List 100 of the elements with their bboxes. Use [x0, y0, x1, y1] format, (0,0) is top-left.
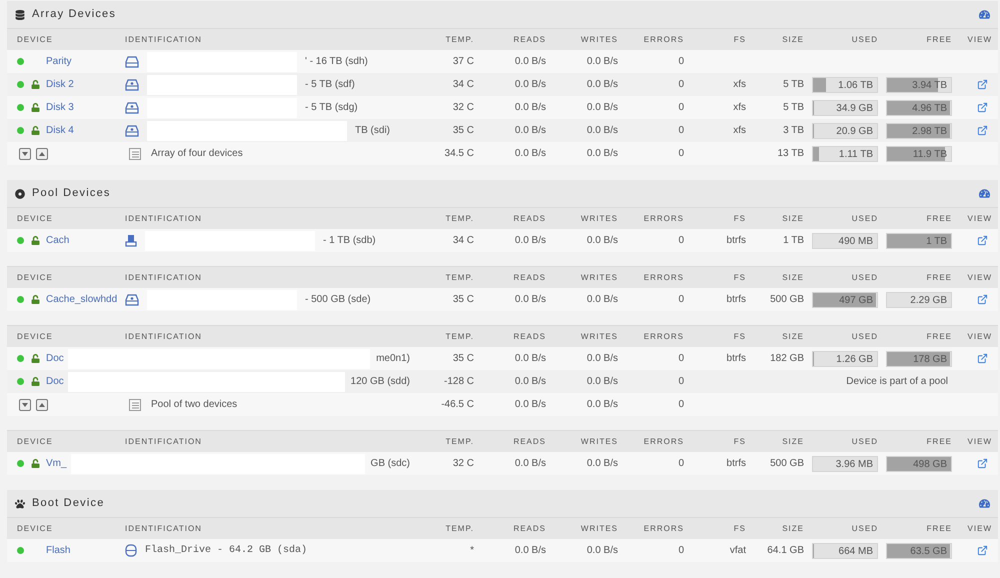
device-link[interactable]: Doc	[46, 374, 64, 389]
usage-value: 664 MB	[838, 544, 874, 558]
device-link[interactable]: Disk 3	[46, 100, 74, 115]
column-header: FS	[732, 330, 746, 342]
writes-cell-text: 0.0 B/s	[586, 457, 618, 471]
writes-cell-text: 0.0 B/s	[586, 398, 618, 412]
reads-cell-text: 0.0 B/s	[514, 352, 546, 366]
column-header: DEVICE	[17, 212, 54, 224]
temperature-cell-text: 34 C	[452, 78, 474, 92]
usage-value: 34.9 GB	[835, 102, 874, 114]
errors-cell-text: 0	[677, 55, 684, 69]
usage-value: 2.98 TB	[911, 124, 948, 138]
drive-icon	[125, 56, 139, 68]
caret-down-icon	[22, 402, 28, 406]
usage-value: 1.26 GB	[835, 352, 874, 366]
column-header: FREE	[926, 436, 952, 448]
column-header: READS	[512, 522, 546, 534]
column-header: USED	[850, 272, 878, 284]
column-header: FS	[732, 272, 746, 284]
identification-text: - 5 TB (sdg)	[305, 101, 358, 115]
reads-cell-text: 0.0 B/s	[514, 78, 546, 92]
identification-text: ' - 16 TB (sdh)	[305, 55, 368, 69]
identification-text: - 1 TB (sdb)	[323, 234, 376, 248]
usage-value: 1.06 TB	[837, 78, 874, 92]
column-header: DEVICE	[17, 436, 54, 448]
expand-button[interactable]	[36, 148, 48, 160]
filesystem-cell-text: btrfs	[726, 352, 746, 366]
column-header: DEVICE	[17, 330, 54, 342]
reads-cell-text: 0.0 B/s	[514, 544, 546, 558]
external-link-icon[interactable]	[977, 294, 988, 305]
temperature-cell-text: 32 C	[452, 457, 474, 471]
usage-value: 1 TB	[925, 234, 948, 248]
list-icon	[129, 148, 141, 160]
device-link[interactable]: Disk 2	[46, 77, 74, 92]
device-link[interactable]: Cache_slowhdd	[46, 292, 118, 307]
filesystem-cell-text: btrfs	[726, 457, 746, 471]
column-header: FREE	[926, 272, 952, 284]
collapse-button[interactable]	[19, 398, 31, 410]
expand-button[interactable]	[36, 398, 48, 410]
external-link-icon[interactable]	[977, 458, 988, 469]
external-link-icon[interactable]	[977, 235, 988, 246]
device-link[interactable]: Parity	[46, 54, 72, 69]
filesystem-cell-text: xfs	[732, 78, 746, 92]
temperature-cell-text: 35 C	[452, 293, 474, 307]
external-link-icon[interactable]	[977, 353, 988, 364]
dashboard-icon[interactable]	[979, 498, 990, 509]
size-cell-text: 13 TB	[776, 147, 804, 161]
column-header: ERRORS	[642, 436, 684, 448]
caret-up-icon	[39, 402, 45, 406]
column-header: FREE	[926, 522, 952, 534]
temperature-cell-text: 34 C	[452, 234, 474, 248]
device-link[interactable]: Vm_	[46, 456, 67, 471]
column-header: WRITES	[580, 330, 618, 342]
writes-cell-text: 0.0 B/s	[586, 352, 618, 366]
reads-cell-text: 0.0 B/s	[514, 101, 546, 115]
column-header: SIZE	[781, 522, 804, 534]
column-header: VIEW	[966, 522, 993, 534]
device-link[interactable]: Doc	[46, 351, 64, 366]
size-cell-text: 500 GB	[769, 293, 804, 307]
column-header: FS	[732, 34, 746, 46]
column-header: TEMP.	[444, 212, 474, 224]
external-link-icon[interactable]	[977, 102, 988, 113]
column-header: USED	[850, 330, 878, 342]
temperature-cell-text: -46.5 C	[440, 398, 474, 412]
external-link-icon[interactable]	[977, 125, 988, 136]
usage-value: 3.96 MB	[834, 458, 874, 470]
drive-icon	[125, 294, 139, 306]
size-cell-text: 182 GB	[769, 352, 804, 366]
temperature-cell-text: 37 C	[452, 55, 474, 69]
drive-icon	[125, 78, 139, 90]
usage-value: 498 GB	[912, 458, 948, 470]
identification-text: GB (sdc)	[370, 457, 410, 471]
column-header: IDENTIFICATION	[125, 330, 203, 342]
device-link[interactable]: Disk 4	[46, 123, 74, 138]
column-header: READS	[512, 34, 546, 46]
reads-cell-text: 0.0 B/s	[514, 293, 546, 307]
device-link[interactable]: Cach	[46, 233, 70, 248]
column-header: ERRORS	[642, 212, 684, 224]
section-title: Pool Devices	[32, 186, 111, 202]
column-header: USED	[850, 34, 878, 46]
identification-text: - 500 GB (sde)	[305, 293, 371, 307]
column-header: VIEW	[966, 212, 993, 224]
column-header: TEMP.	[444, 436, 474, 448]
identification-text: - 5 TB (sdf)	[305, 78, 355, 92]
external-link-icon[interactable]	[977, 545, 988, 556]
errors-cell-text: 0	[677, 147, 684, 161]
column-header: SIZE	[781, 272, 804, 284]
errors-cell-text: 0	[677, 101, 684, 115]
device-link[interactable]: Flash	[46, 543, 70, 558]
temperature-cell-text: -128 C	[442, 375, 474, 389]
usage-value: 20.9 GB	[835, 124, 874, 138]
column-header: TEMP.	[444, 34, 474, 46]
column-header: VIEW	[966, 436, 993, 448]
dashboard-icon[interactable]	[979, 9, 990, 20]
dashboard-icon[interactable]	[979, 188, 990, 199]
external-link-icon[interactable]	[977, 79, 988, 90]
writes-cell-text: 0.0 B/s	[586, 375, 618, 389]
drive-icon	[125, 102, 139, 114]
usage-value: 178 GB	[912, 352, 948, 366]
collapse-button[interactable]	[19, 148, 31, 160]
